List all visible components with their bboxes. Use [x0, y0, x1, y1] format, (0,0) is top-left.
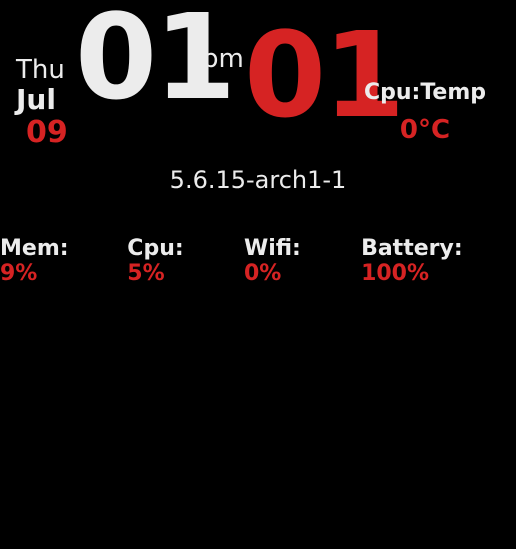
- stat-wifi-value: 0%: [244, 261, 281, 286]
- stat-mem-label: Mem:: [0, 236, 69, 261]
- cpu-temp-block: Cpu:Temp 0°C: [364, 80, 486, 145]
- clock-ampm: pm: [202, 44, 244, 74]
- month: Jul: [16, 85, 68, 116]
- day-number: 09: [26, 115, 68, 151]
- stat-mem: Mem: 9%: [0, 236, 99, 286]
- stat-wifi-label: Wifi:: [244, 236, 301, 261]
- stat-battery-value: 100%: [361, 261, 429, 286]
- kernel-version: 5.6.15-arch1-1: [0, 166, 516, 194]
- top-section: Thu Jul 09 01 pm 01 Cpu:Temp 0°C: [0, 0, 516, 160]
- day-of-week: Thu: [16, 56, 68, 85]
- stat-mem-value: 9%: [0, 261, 37, 286]
- stat-cpu-value: 5%: [127, 261, 164, 286]
- stat-cpu: Cpu: 5%: [127, 236, 216, 286]
- cpu-temp-value: 0°C: [364, 115, 486, 145]
- date-block: Thu Jul 09: [16, 56, 68, 151]
- stats-row: Mem: 9% Cpu: 5% Wifi: 0% Battery: 100%: [0, 236, 516, 286]
- stat-cpu-label: Cpu:: [127, 236, 183, 261]
- stat-battery: Battery: 100%: [361, 236, 516, 286]
- stat-wifi: Wifi: 0%: [244, 236, 333, 286]
- stat-battery-label: Battery:: [361, 236, 463, 261]
- cpu-temp-label: Cpu:Temp: [364, 80, 486, 105]
